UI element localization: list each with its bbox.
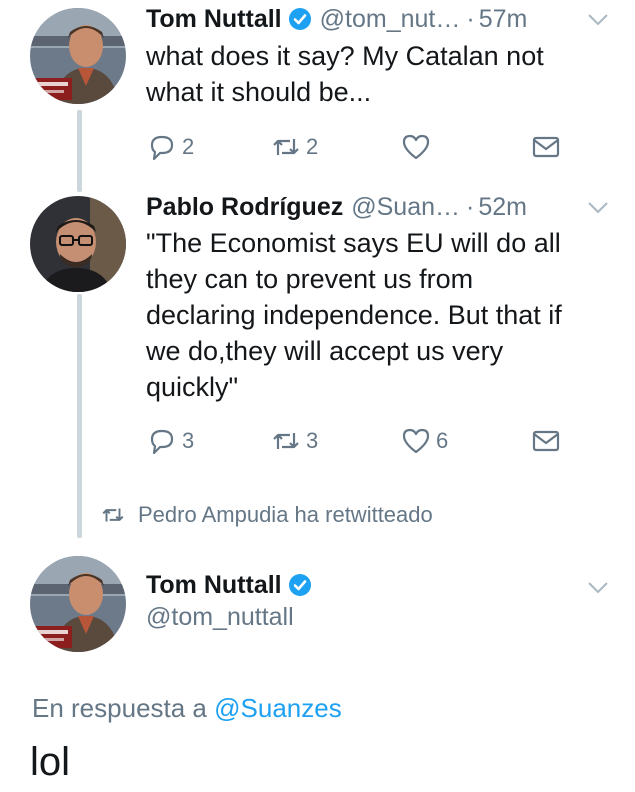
retweet-icon: [102, 508, 124, 522]
timestamp[interactable]: 57m: [479, 4, 528, 34]
timestamp[interactable]: 52m: [478, 192, 527, 222]
tweet-text: "The Economist says EU will do all they …: [146, 225, 615, 405]
retweet-note[interactable]: Pedro Ampudia ha retwitteado: [100, 502, 433, 528]
like-icon: [402, 134, 430, 160]
verified-icon: [288, 7, 312, 31]
tweet-text-line: declaring independence. But that if: [146, 300, 562, 330]
reply-count: 2: [182, 134, 195, 159]
tweet-thread: Tom Nuttall @tom_nut… · 57m what does it…: [0, 0, 635, 792]
tweet-header: Pablo Rodríguez @Suan… · 52m: [146, 192, 611, 222]
retweet-count: 2: [306, 134, 319, 159]
author-handle[interactable]: @tom_nut…: [320, 4, 461, 34]
tweet-text-line: what it should be...: [146, 77, 372, 107]
retweet-icon: [273, 139, 299, 155]
like-icon: [402, 428, 430, 454]
tweet-text-line: quickly": [146, 372, 239, 402]
tweet-text-line: "The Economist says EU will do all: [146, 228, 561, 258]
verified-icon: [288, 573, 312, 597]
chevron-down-icon[interactable]: [585, 574, 611, 600]
reply-context: En respuesta a @Suanzes: [32, 693, 342, 724]
retweet-note-text: Pedro Ampudia ha retwitteado: [138, 502, 433, 527]
tweet-actions: 3 3 6: [146, 424, 566, 458]
reply-count: 3: [182, 428, 195, 453]
dm-icon: [532, 430, 560, 452]
separator-dot: ·: [466, 193, 475, 221]
author-name[interactable]: Pablo Rodríguez: [146, 192, 343, 222]
avatar[interactable]: [30, 556, 126, 652]
like-count: 6: [436, 428, 449, 453]
retweet-icon: [273, 433, 299, 449]
dm-button[interactable]: [530, 424, 562, 458]
author-name[interactable]: Tom Nuttall: [146, 570, 282, 600]
reply-prefix: En respuesta a: [32, 693, 207, 723]
chevron-down-icon[interactable]: [585, 194, 611, 220]
author-handle[interactable]: @tom_nuttall: [146, 600, 312, 634]
retweet-button[interactable]: 3: [270, 424, 318, 458]
focused-tweet-text: lol: [30, 740, 71, 784]
dm-button[interactable]: [530, 130, 562, 164]
tweet-text: what does it say? My Catalan not what it…: [146, 38, 615, 110]
chevron-down-icon[interactable]: [585, 6, 611, 32]
thread-line: [77, 294, 82, 538]
retweet-button[interactable]: 2: [270, 130, 318, 164]
tweet-text-line: they can to prevent us from: [146, 264, 474, 294]
reply-icon: [150, 429, 174, 455]
tweet-text-line: we do,they will accept us very: [146, 336, 504, 366]
tweet-text-line: what does it say? My Catalan not: [146, 41, 544, 71]
retweet-count: 3: [306, 428, 319, 453]
reply-button[interactable]: 3: [146, 424, 194, 458]
separator-dot: ·: [466, 5, 475, 33]
like-button[interactable]: [400, 130, 436, 164]
tweet-header: Tom Nuttall @tom_nut… · 57m: [146, 4, 611, 34]
reply-icon: [150, 135, 174, 161]
reply-handle-link[interactable]: @Suanzes: [214, 693, 342, 723]
dm-icon: [532, 136, 560, 158]
avatar[interactable]: [30, 196, 126, 292]
avatar[interactable]: [30, 8, 126, 104]
tweet-actions: 2 2: [146, 130, 566, 164]
author-name[interactable]: Tom Nuttall: [146, 4, 282, 34]
like-button[interactable]: 6: [400, 424, 448, 458]
thread-line: [77, 110, 82, 192]
focused-author: Tom Nuttall @tom_nuttall: [146, 570, 312, 634]
author-handle[interactable]: @Suan…: [351, 192, 460, 222]
reply-button[interactable]: 2: [146, 130, 194, 164]
